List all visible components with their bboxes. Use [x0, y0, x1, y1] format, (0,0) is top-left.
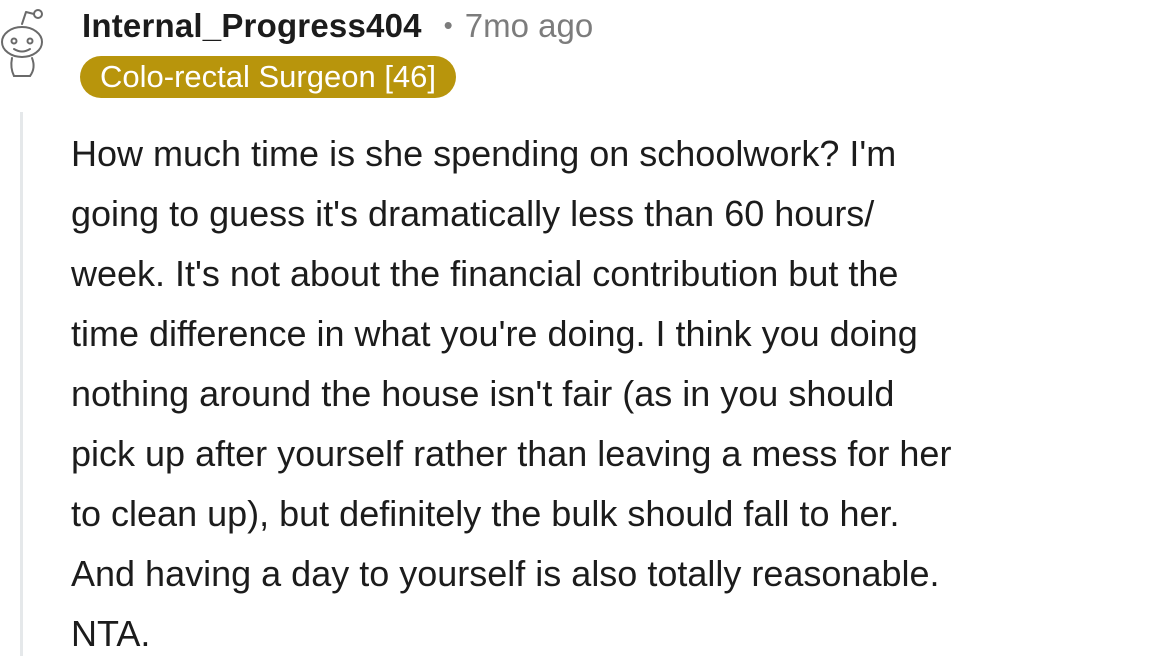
comment-body-line: week. It's not about the financial contr…: [71, 253, 899, 294]
timestamp[interactable]: 7mo ago: [465, 7, 593, 45]
snoo-avatar-icon[interactable]: [0, 2, 48, 82]
comment-body-line: nothing around the house isn't fair (as …: [71, 373, 895, 414]
comment-body-line: pick up after yourself rather than leavi…: [71, 433, 952, 474]
user-flair-badge: Colo-rectal Surgeon [46]: [80, 56, 457, 98]
comment-body-line: NTA.: [71, 613, 151, 654]
comment-body-line: time difference in what you're doing. I …: [71, 313, 918, 354]
comment-body: How much time is she spending on schoolw…: [71, 124, 1141, 656]
comment: Internal_Progress404 • 7mo ago Colo-rect…: [0, 0, 1152, 656]
comment-body-line: to clean up), but definitely the bulk sh…: [71, 493, 900, 534]
comment-body-line: How much time is she spending on schoolw…: [71, 133, 897, 174]
username-link[interactable]: Internal_Progress404: [82, 7, 422, 45]
separator-dot: •: [443, 9, 453, 40]
comment-body-line: going to guess it's dramatically less th…: [71, 193, 875, 234]
thread-collapse-line[interactable]: [20, 112, 23, 656]
comment-body-line: And having a day to yourself is also tot…: [71, 553, 940, 594]
comment-header: Internal_Progress404 • 7mo ago: [82, 4, 593, 48]
